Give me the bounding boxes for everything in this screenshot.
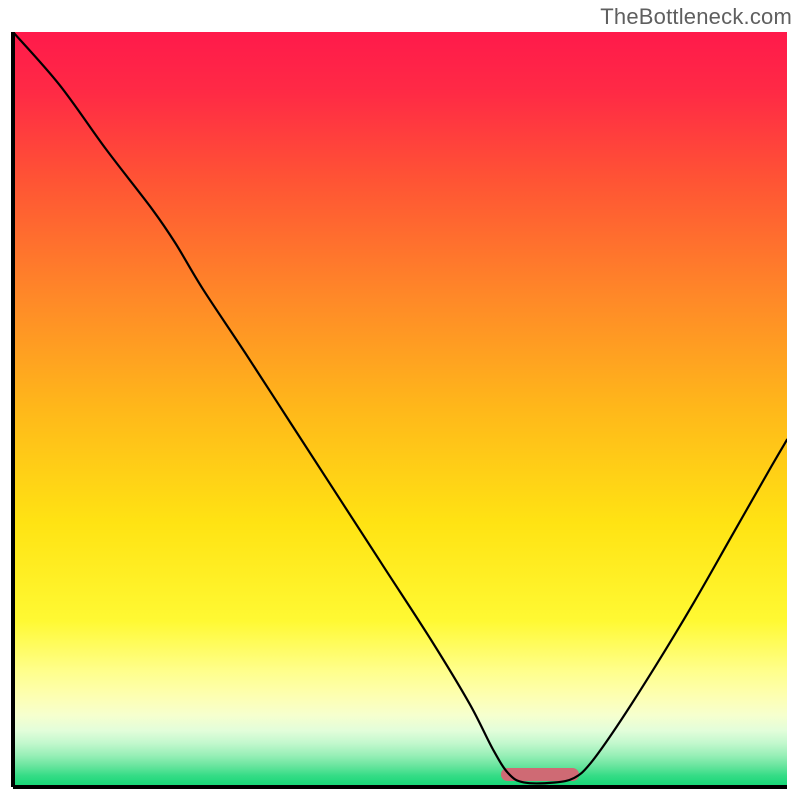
y-axis-line: [11, 32, 15, 787]
watermark-text: TheBottleneck.com: [600, 4, 792, 30]
curve-path: [13, 32, 787, 783]
chart-plot-area: [13, 32, 787, 787]
x-axis-line: [13, 785, 787, 789]
bottleneck-curve: [13, 32, 787, 787]
